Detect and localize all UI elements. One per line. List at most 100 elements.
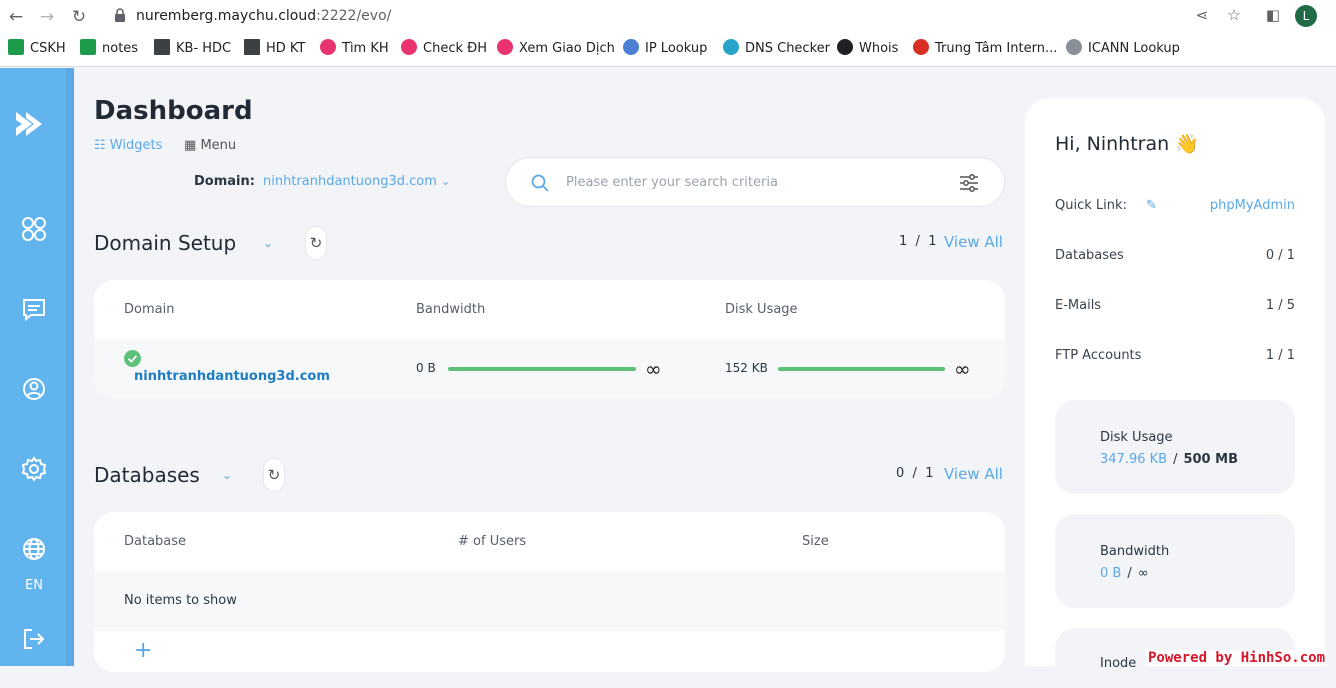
quick-link-label: Quick Link: (1055, 198, 1127, 213)
domain-setup-title: Domain Setup (94, 231, 237, 255)
disk-value: 152 KB (725, 361, 768, 375)
add-database-button[interactable]: + (134, 640, 152, 662)
pagination: 0 / 1 (896, 466, 933, 481)
disk-limit: ∞ (954, 357, 971, 381)
user-icon[interactable] (17, 372, 51, 406)
domain-link[interactable]: ninhtranhdantuong3d.com (134, 369, 330, 384)
bookmark-label: HD KT (266, 41, 306, 56)
disk-usage-title: Disk Usage (1100, 430, 1173, 445)
view-all-link[interactable]: View All (944, 233, 1003, 251)
logo-icon[interactable] (12, 106, 48, 142)
refresh-icon[interactable]: ↻ (263, 458, 285, 492)
refresh-icon[interactable]: ↻ (305, 226, 327, 260)
database-table: Database # of Users Size No items to sho… (94, 512, 1005, 672)
column-header[interactable]: # of Users (458, 534, 526, 549)
bookmark-star-icon[interactable]: ☆ (1224, 6, 1244, 24)
settings-gear-icon[interactable] (17, 452, 51, 486)
column-header[interactable]: Size (802, 534, 829, 549)
view-all-link[interactable]: View All (944, 465, 1003, 483)
page-sep: / (915, 234, 920, 249)
site-icon (320, 39, 336, 55)
bookmark-item[interactable]: CSKH (8, 38, 66, 60)
address-bar[interactable]: nuremberg.maychu.cloud:2222/evo/ (102, 3, 1254, 30)
main-content: Dashboard ☷ Widgets ▦ Menu Domain: ninht… (74, 68, 1020, 672)
shield-icon (723, 39, 739, 55)
user-summary-panel: Hi, Ninhtran 👋 Quick Link: ✎ phpMyAdmin … (1025, 98, 1325, 688)
bookmark-item[interactable]: DNS Checker (723, 38, 830, 60)
bookmarks-bar: CSKH notes KB- HDC HD KT Tìm KH Check ĐH… (0, 38, 1336, 60)
bookmark-item[interactable]: notes (80, 38, 138, 60)
bookmark-item[interactable]: KB- HDC (154, 38, 231, 60)
bandwidth-used: 0 B (1100, 566, 1122, 581)
search-input[interactable] (566, 172, 926, 192)
page-total: 1 (928, 234, 937, 249)
message-icon[interactable] (17, 292, 51, 326)
forward-arrow-icon[interactable]: → (36, 6, 58, 28)
widgets-view-toggle[interactable]: ☷ Widgets (94, 138, 162, 153)
bandwidth-value: 0 B (416, 361, 436, 375)
stat-value: 1 / 1 (1265, 348, 1295, 363)
chevron-down-icon[interactable]: ⌄ (222, 468, 232, 482)
domain-selector[interactable]: ninhtranhdantuong3d.com ⌄ (263, 174, 450, 189)
bandwidth-title: Bandwidth (1100, 544, 1170, 559)
column-header[interactable]: Disk Usage (725, 302, 798, 317)
inodes-title: Inode (1100, 656, 1137, 671)
bookmark-item[interactable]: Check ĐH (401, 38, 487, 60)
bookmark-item[interactable]: Whois (837, 38, 898, 60)
pencil-icon[interactable]: ✎ (1146, 198, 1157, 213)
dashboard-grid-icon[interactable] (17, 212, 51, 246)
bookmark-item[interactable]: ICANN Lookup (1066, 38, 1180, 60)
disk-total: 500 MB (1183, 452, 1238, 467)
logout-icon[interactable] (17, 622, 51, 656)
globe-icon[interactable] (17, 532, 51, 566)
chevron-down-icon: ⌄ (441, 175, 451, 188)
column-header[interactable]: Bandwidth (416, 302, 485, 317)
column-header[interactable]: Database (124, 534, 186, 549)
back-arrow-icon[interactable]: ← (5, 6, 27, 28)
widgets-label: Widgets (109, 138, 163, 153)
filter-sliders-icon[interactable] (958, 172, 980, 194)
domain-selector-label: Domain: (194, 174, 255, 189)
url-path: :2222/evo/ (316, 8, 392, 24)
globe-icon (623, 39, 639, 55)
bookmark-item[interactable]: Trung Tâm Intern... (913, 38, 1057, 60)
page-sep: / (912, 466, 917, 481)
bookmark-item[interactable]: IP Lookup (623, 38, 707, 60)
bandwidth-tile: Bandwidth 0 B / ∞ (1055, 514, 1295, 608)
language-label[interactable]: EN (0, 578, 68, 593)
share-icon[interactable]: ⋖ (1192, 6, 1212, 24)
table-row: ninhtranhdantuong3d.com 0 B ∞ 152 KB ∞ (94, 339, 1005, 399)
stat-label: E-Mails (1055, 298, 1102, 313)
bandwidth-sep: / (1127, 566, 1132, 581)
column-header[interactable]: Domain (124, 302, 174, 317)
list-icon: ☷ (94, 138, 106, 153)
pagination: 1 / 1 (899, 234, 936, 249)
bookmark-item[interactable]: Tìm KH (320, 38, 389, 60)
bookmark-item[interactable]: HD KT (244, 38, 305, 60)
site-icon (1066, 39, 1082, 55)
menu-view-toggle[interactable]: ▦ Menu (184, 138, 236, 153)
databases-title: Databases (94, 463, 200, 487)
bandwidth-progress-fill (448, 367, 636, 371)
folder-icon (154, 39, 170, 55)
bandwidth-total: ∞ (1137, 566, 1149, 581)
search-box[interactable] (505, 157, 1005, 207)
site-icon (401, 39, 417, 55)
profile-avatar[interactable]: L (1295, 5, 1317, 27)
check-circle-icon (124, 350, 141, 367)
quick-link-value[interactable]: phpMyAdmin (1210, 198, 1295, 213)
chevron-down-icon[interactable]: ⌄ (263, 236, 273, 250)
empty-message: No items to show (124, 593, 237, 608)
disk-used: 347.96 KB (1100, 452, 1168, 467)
page-current: 0 (896, 466, 905, 481)
bookmark-item[interactable]: Xem Giao Dịch (497, 38, 615, 60)
url-text: nuremberg.maychu.cloud:2222/evo/ (136, 8, 391, 24)
stat-value: 1 / 5 (1265, 298, 1295, 313)
search-icon (531, 174, 549, 192)
reload-icon[interactable]: ↻ (68, 6, 90, 28)
bookmark-label: Whois (859, 41, 899, 56)
greeting: Hi, Ninhtran 👋 (1055, 133, 1199, 155)
browser-toolbar: ← → ↻ nuremberg.maychu.cloud:2222/evo/ ⋖… (0, 0, 1336, 33)
globe-icon (837, 39, 853, 55)
side-panel-icon[interactable]: ◧ (1263, 6, 1283, 24)
